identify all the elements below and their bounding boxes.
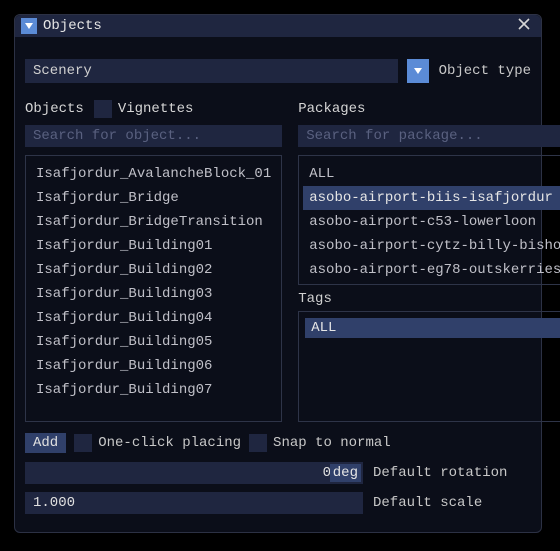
list-item[interactable]: asobo-airport-eidl-donegal <box>303 282 560 285</box>
tags-listbox[interactable]: ALL <box>298 311 560 422</box>
list-item[interactable]: Isafjordur_AvalancheBlock_01 <box>30 162 277 186</box>
list-item[interactable]: Isafjordur_Bridge <box>30 186 277 210</box>
default-rotation-label: Default rotation <box>373 465 507 481</box>
packages-heading: Packages <box>298 101 365 117</box>
default-scale-label: Default scale <box>373 495 482 511</box>
default-scale-value: 1.000 <box>25 495 75 511</box>
object-type-selected: Scenery <box>33 63 92 79</box>
list-item[interactable]: Isafjordur_Building06 <box>30 354 277 378</box>
vignettes-label: Vignettes <box>118 101 194 117</box>
list-item[interactable]: Isafjordur_Building05 <box>30 330 277 354</box>
footer-controls-row: Add One-click placing Snap to normal <box>25 432 531 454</box>
list-item[interactable]: asobo-airport-biis-isafjordur <box>303 186 560 210</box>
tags-heading: Tags <box>298 291 560 307</box>
tag-item[interactable]: ALL <box>305 318 560 338</box>
default-rotation-row: 0 deg Default rotation <box>25 462 531 484</box>
main-split: Objects Vignettes Isafjordur_AvalancheBl… <box>25 99 531 422</box>
list-item[interactable]: Isafjordur_Building04 <box>30 306 277 330</box>
default-scale-input[interactable]: 1.000 <box>25 492 363 514</box>
object-type-dropdown-arrow[interactable] <box>407 59 429 83</box>
list-item[interactable]: Isafjordur_Building03 <box>30 282 277 306</box>
snap-label: Snap to normal <box>273 435 391 451</box>
vignettes-checkbox[interactable] <box>94 100 112 118</box>
list-item[interactable]: ALL <box>303 162 560 186</box>
list-item[interactable]: Isafjordur_Building01 <box>30 234 277 258</box>
objects-window: Objects Scenery Object type Objects Vign… <box>14 14 542 533</box>
objects-listbox[interactable]: Isafjordur_AvalancheBlock_01Isafjordur_B… <box>25 155 282 422</box>
default-rotation-input[interactable]: 0 deg <box>25 462 363 484</box>
list-item[interactable]: Isafjordur_Building02 <box>30 258 277 282</box>
one-click-label: One-click placing <box>98 435 241 451</box>
titlebar: Objects <box>15 15 541 37</box>
default-rotation-unit: deg <box>330 464 361 482</box>
window-body: Scenery Object type Objects Vignettes Is… <box>15 37 541 532</box>
object-type-label: Object type <box>439 63 531 79</box>
list-item[interactable]: asobo-airport-cytz-billy-bishop <box>303 234 560 258</box>
window-title: Objects <box>43 18 513 34</box>
objects-column: Objects Vignettes Isafjordur_AvalancheBl… <box>25 99 282 422</box>
packages-listbox[interactable]: ALLasobo-airport-biis-isafjordurasobo-ai… <box>298 155 560 285</box>
list-item[interactable]: asobo-airport-c53-lowerloon <box>303 210 560 234</box>
packages-search-input[interactable] <box>298 125 560 147</box>
object-type-dropdown[interactable]: Scenery <box>25 59 398 83</box>
collapse-icon[interactable] <box>21 18 37 34</box>
objects-header: Objects Vignettes <box>25 99 282 119</box>
one-click-checkbox[interactable] <box>74 434 92 452</box>
default-scale-row: 1.000 Default scale <box>25 492 531 514</box>
add-button[interactable]: Add <box>25 433 66 453</box>
tags-area: Tags ALL <box>298 289 560 422</box>
list-item[interactable]: asobo-airport-eg78-outskerries <box>303 258 560 282</box>
snap-checkbox-group: Snap to normal <box>249 434 391 452</box>
close-button[interactable] <box>513 15 535 38</box>
snap-checkbox[interactable] <box>249 434 267 452</box>
objects-heading: Objects <box>25 101 84 117</box>
list-item[interactable]: Isafjordur_BridgeTransition <box>30 210 277 234</box>
objects-search-input[interactable] <box>25 125 282 147</box>
footer: Add One-click placing Snap to normal 0 d… <box>25 432 531 522</box>
one-click-checkbox-group: One-click placing <box>74 434 241 452</box>
object-type-row: Scenery Object type <box>25 59 531 83</box>
packages-header: Packages <box>298 99 560 119</box>
packages-column: Packages ALLasobo-airport-biis-isafjordu… <box>298 99 560 422</box>
list-item[interactable]: Isafjordur_Building07 <box>30 378 277 402</box>
